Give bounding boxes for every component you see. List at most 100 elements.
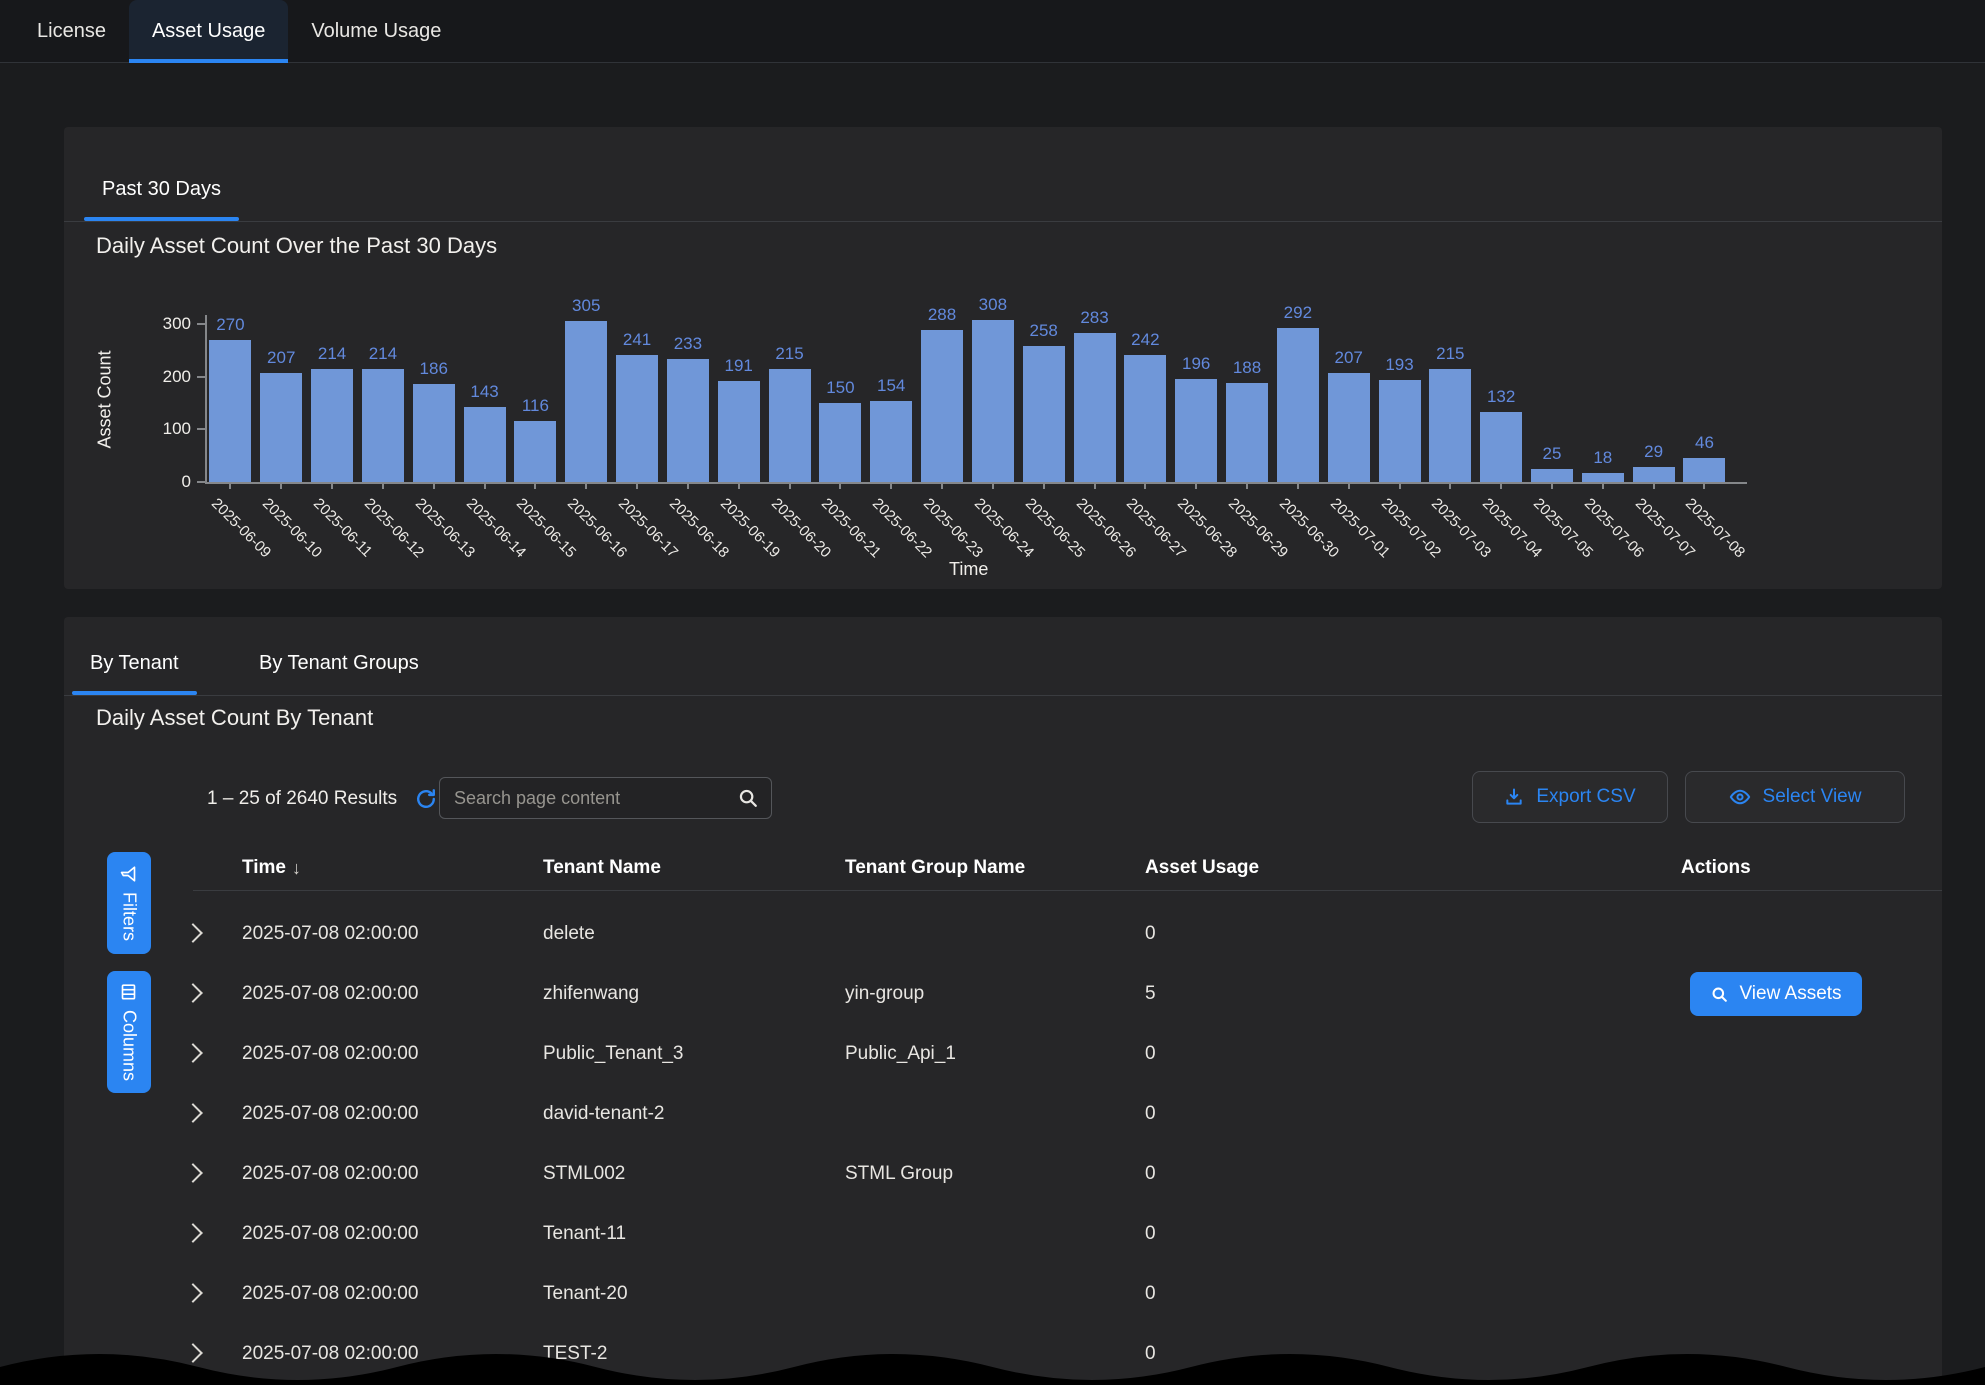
chart-bar: [972, 320, 1014, 482]
screen: LicenseAsset UsageVolume Usage Past 30 D…: [0, 0, 1985, 1385]
column-header-asset-usage[interactable]: Asset Usage: [1145, 857, 1259, 879]
view-assets-label: View Assets: [1739, 983, 1841, 1005]
column-header-tenant-name[interactable]: Tenant Name: [543, 857, 661, 879]
row-expand-chevron-icon[interactable]: [183, 1223, 203, 1243]
table-header-divider: [193, 890, 1942, 891]
chart-bar: [1480, 412, 1522, 482]
x-tick-mark: [585, 482, 587, 489]
tab-by-tenant-groups[interactable]: By Tenant Groups: [241, 631, 437, 695]
x-tick-mark: [1551, 482, 1553, 489]
chart-bar: [819, 403, 861, 482]
export-csv-button[interactable]: Export CSV: [1472, 771, 1668, 823]
x-tick-mark: [534, 482, 536, 489]
chart-bar: [1023, 346, 1065, 482]
tab-by-tenant[interactable]: By Tenant: [72, 631, 197, 695]
x-tick-mark: [1195, 482, 1197, 489]
bar-value-label: 308: [961, 295, 1025, 315]
bar-value-label: 242: [1113, 330, 1177, 350]
chart-bar: [362, 369, 404, 482]
search-icon-wrap[interactable]: [737, 787, 771, 809]
chart-bar: [260, 373, 302, 482]
cell-asset-usage: 0: [1145, 1103, 1156, 1125]
tab-past-30-days[interactable]: Past 30 Days: [84, 157, 239, 221]
y-tick-label: 0: [143, 472, 191, 492]
refresh-button[interactable]: [415, 788, 437, 810]
x-tick-mark: [1297, 482, 1299, 489]
row-expand-chevron-icon[interactable]: [183, 1343, 203, 1363]
x-tick-mark: [229, 482, 231, 489]
row-expand-chevron-icon[interactable]: [183, 1283, 203, 1303]
cell-time: 2025-07-08 02:00:00: [242, 1223, 418, 1245]
x-tick-mark: [1399, 482, 1401, 489]
bar-value-label: 132: [1469, 387, 1533, 407]
x-tick-mark: [839, 482, 841, 489]
bar-value-label: 46: [1672, 433, 1736, 453]
row-expand-chevron-icon[interactable]: [183, 983, 203, 1003]
x-tick-mark: [1094, 482, 1096, 489]
row-expand-chevron-icon[interactable]: [183, 923, 203, 943]
search-icon: [1710, 985, 1729, 1004]
select-view-button[interactable]: Select View: [1685, 771, 1905, 823]
x-tick-mark: [433, 482, 435, 489]
chart-bar: [1379, 380, 1421, 482]
table-row: 2025-07-08 02:00:00david-tenant-20: [64, 1084, 1942, 1144]
row-expand-chevron-icon[interactable]: [183, 1103, 203, 1123]
x-tick-mark: [1500, 482, 1502, 489]
top-tab-license[interactable]: License: [14, 0, 129, 62]
chart-bar: [514, 421, 556, 482]
y-tick-label: 200: [143, 367, 191, 387]
bar-value-label: 215: [758, 344, 822, 364]
column-header-label: Actions: [1681, 857, 1751, 879]
asset-usage-card: Past 30 Days Daily Asset Count Over the …: [64, 127, 1942, 589]
cell-asset-usage: 0: [1145, 923, 1156, 945]
chart-bar: [565, 321, 607, 482]
column-header-label: Tenant Name: [543, 857, 661, 879]
cell-time: 2025-07-08 02:00:00: [242, 1103, 418, 1125]
y-tick-mark: [197, 481, 205, 483]
cell-time: 2025-07-08 02:00:00: [242, 923, 418, 945]
chart-bar: [769, 369, 811, 482]
top-tab-asset-usage[interactable]: Asset Usage: [129, 0, 288, 62]
cell-asset-usage: 0: [1145, 1283, 1156, 1305]
chart-bar: [1277, 328, 1319, 482]
chart-bar: [464, 407, 506, 482]
filter-icon: [120, 865, 138, 883]
row-expand-chevron-icon[interactable]: [183, 1043, 203, 1063]
chart-bar: [1683, 458, 1725, 482]
x-tick-mark: [1703, 482, 1705, 489]
bar-value-label: 116: [503, 396, 567, 416]
column-header-tenant-group-name[interactable]: Tenant Group Name: [845, 857, 1025, 879]
search-icon: [737, 787, 759, 809]
tab-label: By Tenant Groups: [259, 652, 419, 674]
chart-bar: [209, 340, 251, 482]
row-expand-chevron-icon[interactable]: [183, 1163, 203, 1183]
cell-tenant-group-name: yin-group: [845, 983, 924, 1005]
chart-bar: [1074, 333, 1116, 482]
results-row: 1 – 25 of 2640 Results: [207, 774, 437, 824]
y-tick-mark: [197, 428, 205, 430]
export-csv-label: Export CSV: [1536, 786, 1635, 808]
tenant-usage-card: By TenantBy Tenant Groups Daily Asset Co…: [64, 617, 1942, 1385]
chart-bar: [921, 330, 963, 482]
chart-bar: [870, 401, 912, 482]
bar-value-label: 154: [859, 376, 923, 396]
top-tab-volume-usage[interactable]: Volume Usage: [288, 0, 464, 62]
bar-value-label: 292: [1266, 303, 1330, 323]
column-header-label: Asset Usage: [1145, 857, 1259, 879]
search-input[interactable]: [440, 788, 737, 809]
column-header-time[interactable]: Time↓: [242, 857, 301, 879]
table-row: 2025-07-08 02:00:00zhifenwangyin-group5V…: [64, 964, 1942, 1024]
cell-asset-usage: 5: [1145, 983, 1156, 1005]
bar-value-label: 186: [402, 359, 466, 379]
bar-value-label: 305: [554, 296, 618, 316]
view-assets-button[interactable]: View Assets: [1690, 972, 1862, 1016]
x-tick-mark: [1602, 482, 1604, 489]
table-row: 2025-07-08 02:00:00delete0: [64, 904, 1942, 964]
table-row: 2025-07-08 02:00:00TEST-20: [64, 1324, 1942, 1384]
chart-title: Daily Asset Count Over the Past 30 Days: [96, 233, 497, 259]
x-axis-title: Time: [949, 559, 988, 580]
cell-time: 2025-07-08 02:00:00: [242, 1163, 418, 1185]
column-header-actions[interactable]: Actions: [1681, 857, 1751, 879]
x-tick-mark: [484, 482, 486, 489]
select-view-label: Select View: [1763, 786, 1862, 808]
